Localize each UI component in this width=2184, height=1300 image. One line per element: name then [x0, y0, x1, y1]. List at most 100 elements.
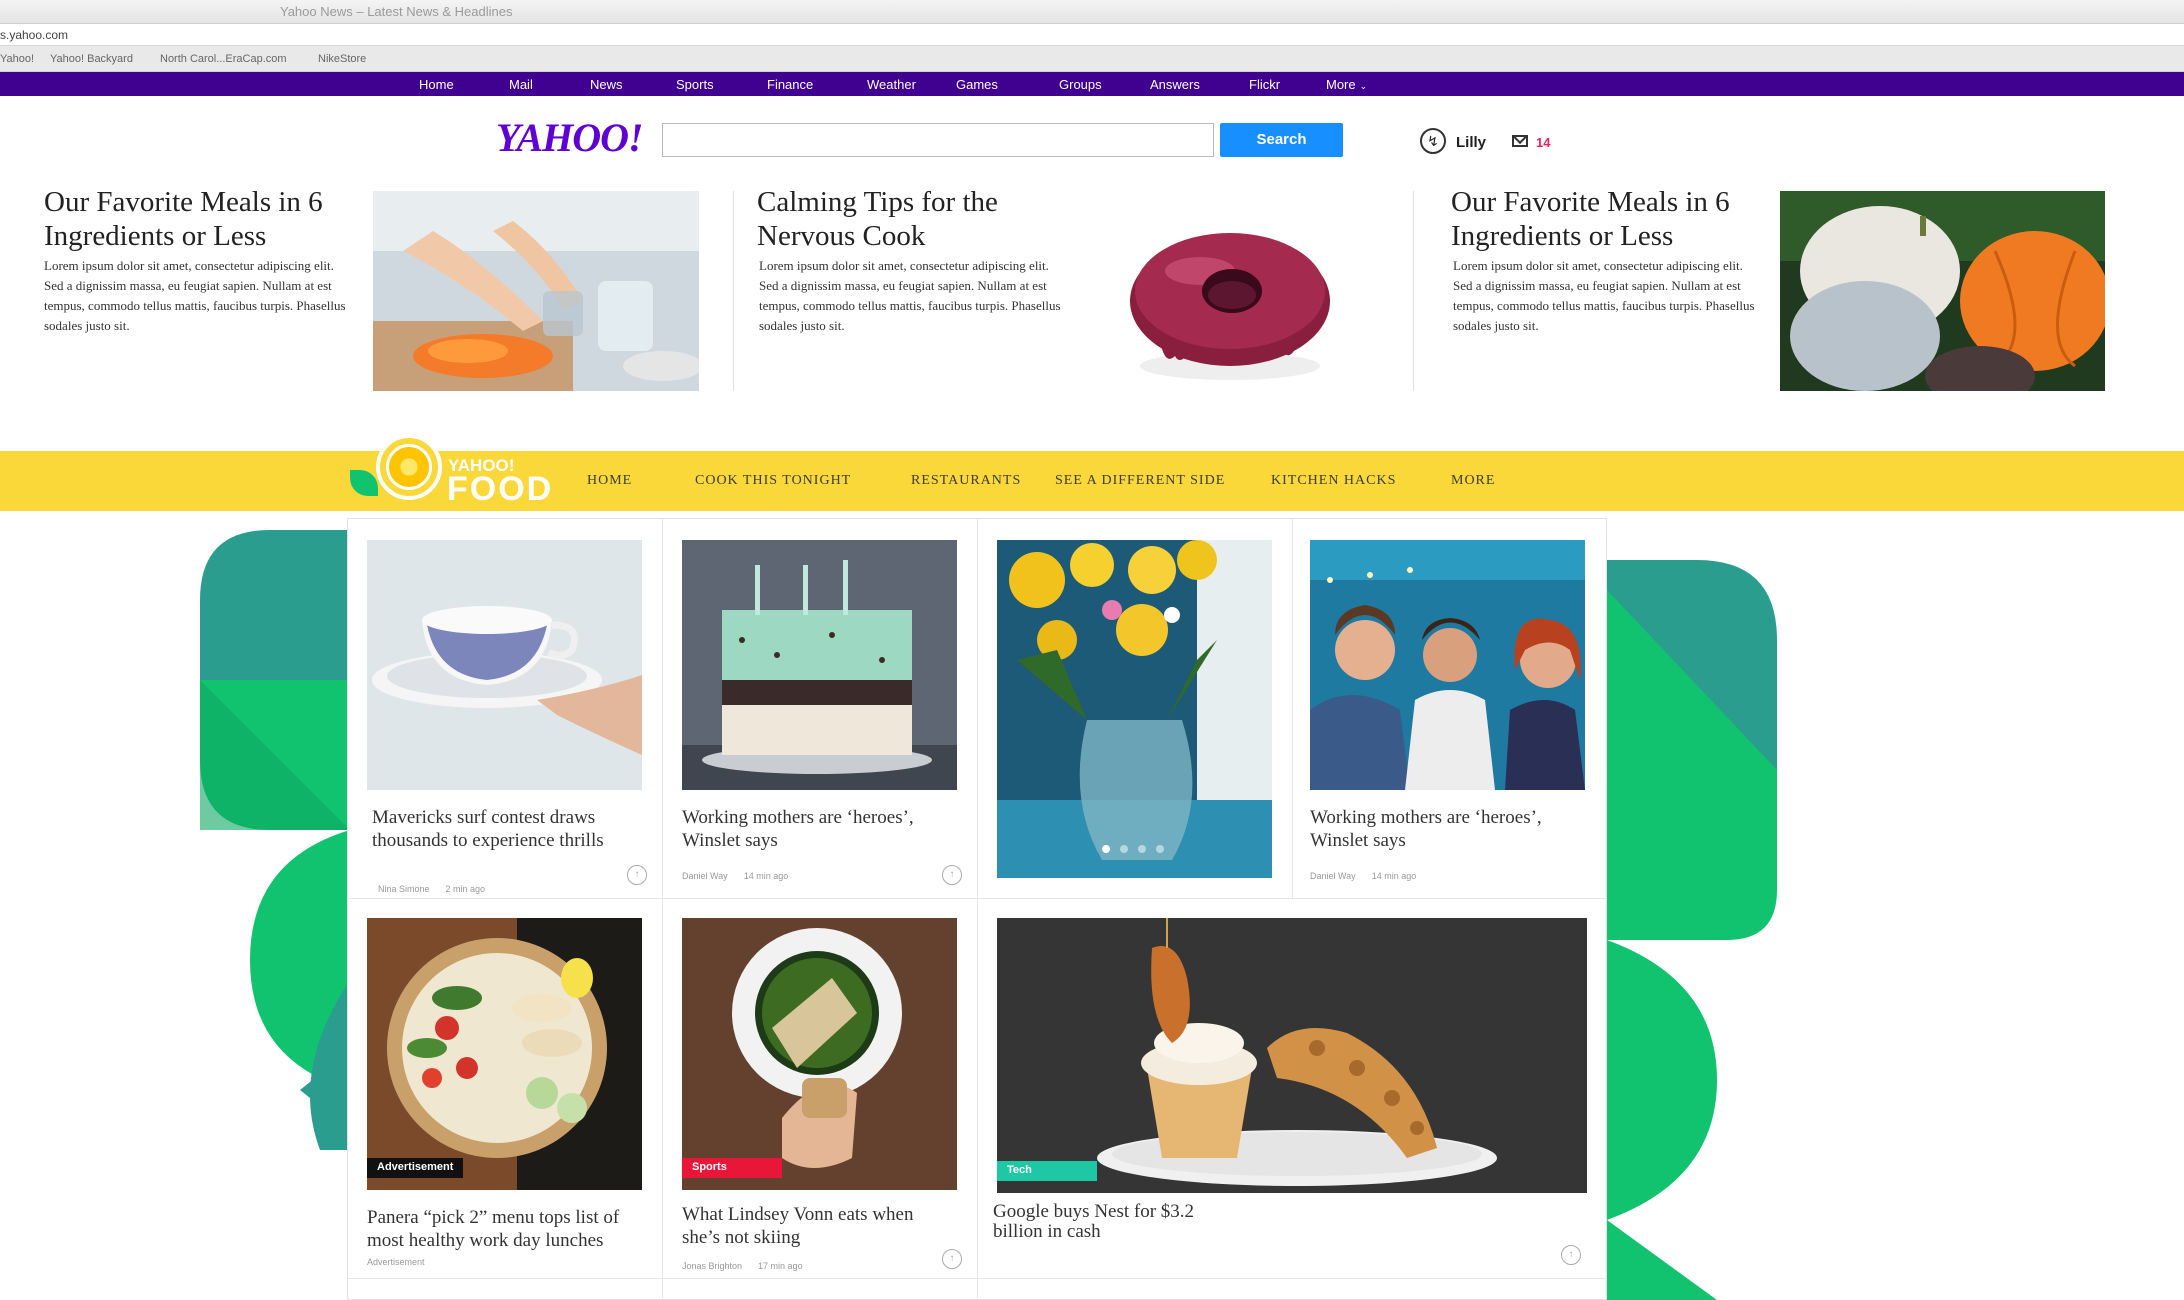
- friends-photo: [1310, 540, 1585, 790]
- food-logo-food[interactable]: FOOD: [447, 470, 553, 509]
- card-6-author: Jonas Brighton: [682, 1261, 743, 1271]
- card-6-time: 17 min ago: [758, 1261, 803, 1271]
- share-icon[interactable]: ↑: [1561, 1245, 1581, 1265]
- topnav-flickr[interactable]: Flickr: [1249, 77, 1280, 92]
- topnav-answers[interactable]: Answers: [1150, 77, 1200, 92]
- right-decor-shapes: [1607, 560, 1777, 1300]
- mail-count[interactable]: 14: [1536, 135, 1550, 150]
- user-name[interactable]: Lilly: [1456, 134, 1486, 151]
- address-bar[interactable]: s.yahoo.com: [0, 24, 2184, 46]
- grid-divider: [347, 898, 1607, 899]
- bookmark-yahoo[interactable]: Yahoo!: [0, 53, 34, 65]
- featured-1-image[interactable]: [373, 191, 699, 391]
- slide-dot[interactable]: [1156, 845, 1164, 853]
- topnav-games[interactable]: Games: [956, 77, 998, 92]
- topnav-more-label: More: [1326, 77, 1356, 92]
- search-button[interactable]: Search: [1220, 123, 1343, 157]
- card-5-meta: Advertisement: [367, 1257, 425, 1267]
- food-nav-home[interactable]: HOME: [587, 473, 632, 489]
- tag-advertisement: Advertisement: [367, 1158, 464, 1178]
- lemon-logo-icon[interactable]: [376, 434, 442, 500]
- left-decor-shapes: [200, 530, 350, 1150]
- card-4-title[interactable]: Working mothers are ‘heroes’, Winslet sa…: [1310, 806, 1580, 852]
- card-4-image[interactable]: [1310, 540, 1585, 790]
- featured-2-title[interactable]: Calming Tips for the Nervous Cook: [757, 185, 1077, 253]
- share-icon[interactable]: ↑: [942, 1249, 962, 1269]
- chevron-down-icon: ⌄: [1359, 81, 1368, 91]
- card-5-image[interactable]: Advertisement: [367, 918, 642, 1190]
- grid-divider: [1292, 518, 1293, 898]
- grid-divider: [347, 1278, 1607, 1279]
- card-5-title[interactable]: Panera “pick 2” menu tops list of most h…: [367, 1206, 637, 1252]
- card-2-author: Daniel Way: [682, 871, 728, 881]
- card-6-title[interactable]: What Lindsey Vonn eats when she’s not sk…: [682, 1203, 952, 1249]
- topnav-weather[interactable]: Weather: [867, 77, 916, 92]
- donut-photo: [1070, 191, 1380, 391]
- bookmark-north-carol[interactable]: North Carol...EraCap.com: [160, 53, 287, 65]
- card-1-author: Nina Simone: [378, 884, 430, 894]
- featured-divider-2: [1413, 191, 1414, 391]
- topnav-home[interactable]: Home: [419, 77, 454, 92]
- url-text[interactable]: s.yahoo.com: [0, 28, 68, 42]
- card-1-time: 2 min ago: [445, 884, 486, 894]
- featured-3-title[interactable]: Our Favorite Meals in 6 Ingredients or L…: [1451, 185, 1771, 253]
- featured-3-image[interactable]: [1780, 191, 2105, 391]
- slide-dot-active[interactable]: [1102, 845, 1110, 853]
- bookmarks-bar: Yahoo! Yahoo! Backyard North Carol...Era…: [0, 46, 2184, 72]
- featured-1-body: Lorem ipsum dolor sit amet, consectetur …: [44, 258, 346, 333]
- topnav-news[interactable]: News: [590, 77, 623, 92]
- topnav-groups[interactable]: Groups: [1059, 77, 1102, 92]
- food-nav-see-a-different-side[interactable]: SEE A DIFFERENT SIDE: [1055, 473, 1225, 489]
- tag-sports: Sports: [682, 1158, 782, 1178]
- share-icon[interactable]: ↑: [942, 865, 962, 885]
- card-2-title[interactable]: Working mothers are ‘heroes’, Winslet sa…: [682, 806, 952, 852]
- cupcake-photo: [997, 918, 1587, 1193]
- topnav-more[interactable]: More ⌄: [1326, 77, 1367, 92]
- grid-divider: [977, 518, 978, 1300]
- tag-tech: Tech: [997, 1161, 1097, 1181]
- bookmark-nikestore[interactable]: NikeStore: [318, 53, 366, 65]
- topnav-finance[interactable]: Finance: [767, 77, 813, 92]
- yahoo-top-nav: Home Mail News Sports Finance Weather Ga…: [0, 72, 2184, 96]
- card-2-time: 14 min ago: [743, 871, 789, 881]
- slideshow-dots[interactable]: [1102, 845, 1164, 853]
- food-nav-kitchen-hacks[interactable]: KITCHEN HACKS: [1271, 473, 1396, 489]
- flowers-photo: [997, 540, 1272, 878]
- featured-1-title[interactable]: Our Favorite Meals in 6 Ingredients or L…: [44, 185, 364, 253]
- card-1-title[interactable]: Mavericks surf contest draws thousands t…: [372, 806, 642, 852]
- window-title: Yahoo News – Latest News & Headlines: [280, 4, 513, 19]
- search-input[interactable]: [662, 123, 1214, 157]
- food-nav-more[interactable]: MORE: [1451, 473, 1495, 489]
- bookmark-yahoo-backyard[interactable]: Yahoo! Backyard: [50, 53, 133, 65]
- profile-icon[interactable]: ↯: [1420, 128, 1446, 154]
- cooking-photo: [373, 191, 699, 391]
- food-nav-cook-this-tonight[interactable]: COOK THIS TONIGHT: [695, 473, 851, 489]
- topnav-sports[interactable]: Sports: [676, 77, 714, 92]
- card-4-meta: Daniel Way 14 min ago: [1310, 871, 1416, 881]
- card-3-slideshow[interactable]: [997, 540, 1272, 878]
- share-icon[interactable]: ↑: [627, 865, 647, 885]
- card-7-title[interactable]: Google buys Nest for $3.2 billion in cas…: [993, 1202, 1223, 1242]
- featured-3-body: Lorem ipsum dolor sit amet, consectetur …: [1453, 258, 1755, 333]
- featured-2-image[interactable]: [1070, 191, 1380, 391]
- card-4-author: Daniel Way: [1310, 871, 1356, 881]
- slide-dot[interactable]: [1138, 845, 1146, 853]
- card-1-image[interactable]: [367, 540, 642, 790]
- mail-icon[interactable]: [1512, 135, 1528, 147]
- matcha-photo: [682, 918, 957, 1190]
- food-nav-restaurants[interactable]: RESTAURANTS: [911, 473, 1021, 489]
- card-2-meta: Daniel Way 14 min ago: [682, 871, 788, 881]
- grid-divider: [662, 518, 663, 1300]
- topnav-mail[interactable]: Mail: [509, 77, 533, 92]
- card-6-meta: Jonas Brighton 17 min ago: [682, 1261, 803, 1271]
- card-4-time: 14 min ago: [1371, 871, 1417, 881]
- browser-title-bar: Yahoo News – Latest News & Headlines: [0, 0, 2184, 24]
- featured-divider-1: [733, 191, 734, 391]
- card-7-image[interactable]: Tech: [997, 918, 1587, 1193]
- teacup-photo: [367, 540, 642, 790]
- salad-photo: [367, 918, 642, 1190]
- card-2-image[interactable]: [682, 540, 957, 790]
- card-6-image[interactable]: Sports: [682, 918, 957, 1190]
- yahoo-logo[interactable]: YAHOO!: [496, 114, 644, 161]
- slide-dot[interactable]: [1120, 845, 1128, 853]
